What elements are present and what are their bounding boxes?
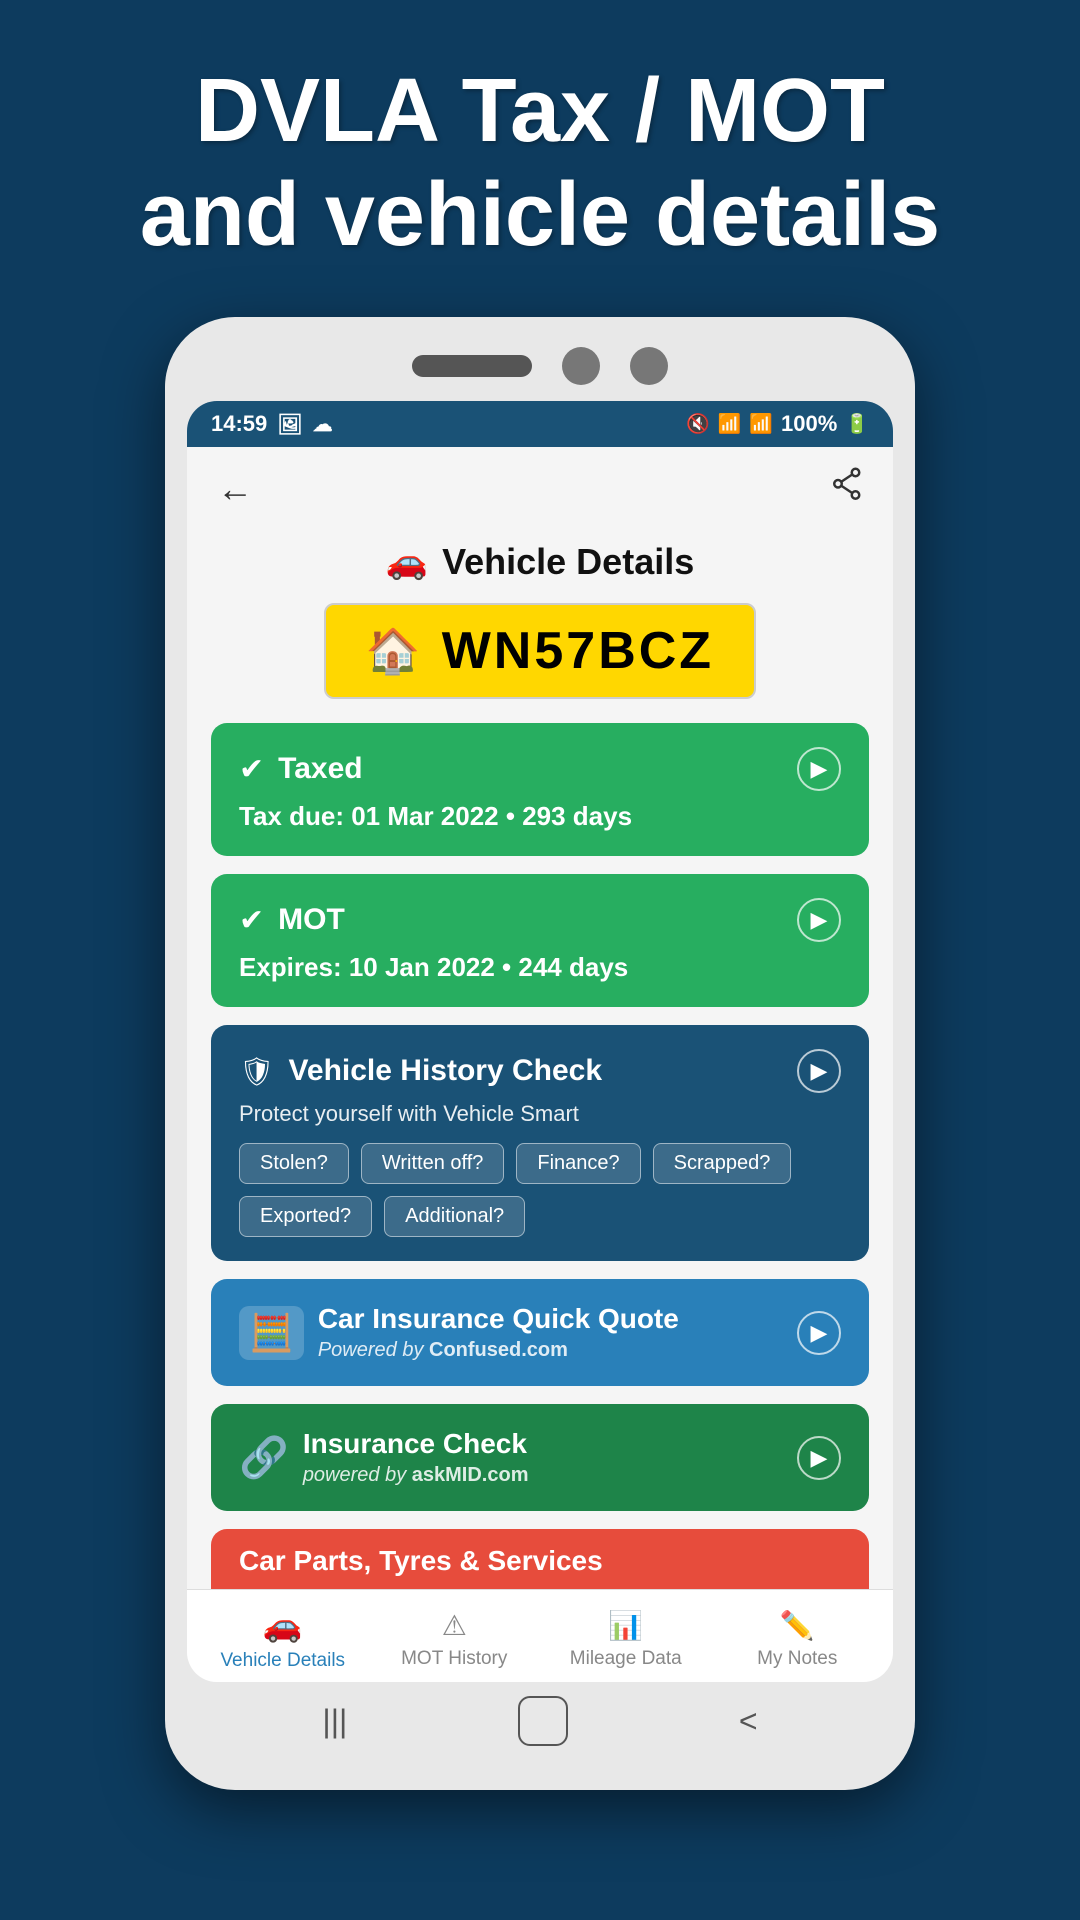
status-bar: 14:59 🖼 ☁ 🔇 📶 📶 100% 🔋 (187, 401, 893, 447)
history-chevron[interactable]: ▶ (797, 1049, 841, 1093)
status-time: 14:59 (211, 411, 267, 437)
tag-exported[interactable]: Exported? (239, 1196, 372, 1237)
phone-camera (562, 347, 600, 385)
license-plate: 🏠 WN57BCZ (324, 603, 756, 699)
tag-stolen[interactable]: Stolen? (239, 1143, 349, 1184)
mute-icon: 🔇 (686, 412, 710, 436)
vehicle-details-icon: 🚗 (263, 1606, 303, 1644)
my-notes-icon: ✏️ (780, 1609, 815, 1642)
mot-chevron[interactable]: ▶ (797, 898, 841, 942)
battery-label: 100% (781, 411, 837, 437)
car-parts-card[interactable]: Car Parts, Tyres & Services (211, 1529, 869, 1589)
history-check-card[interactable]: 🛡 Vehicle History Check ▶ Protect yourse… (211, 1025, 869, 1261)
history-check-tags: Stolen? Written off? Finance? Scrapped? … (239, 1143, 841, 1237)
insurance-check-chevron[interactable]: ▶ (797, 1436, 841, 1480)
bottom-nav: 🚗 Vehicle Details ⚠ MOT History 📊 Mileag… (187, 1589, 893, 1682)
cloud-icon: ☁ (313, 412, 333, 437)
history-check-desc: Protect yourself with Vehicle Smart (239, 1101, 841, 1127)
gesture-recents: < (739, 1705, 758, 1737)
nav-vehicle-details-label: Vehicle Details (220, 1650, 345, 1672)
mileage-data-icon: 📊 (608, 1609, 643, 1642)
header-title-line2: and vehicle details (140, 165, 940, 265)
phone-camera2 (630, 347, 668, 385)
mot-check-icon: ✔ (239, 903, 264, 938)
tag-written-off[interactable]: Written off? (361, 1143, 505, 1184)
plate-number: WN57BCZ (442, 621, 714, 681)
tag-additional[interactable]: Additional? (384, 1196, 525, 1237)
mot-card[interactable]: ✔ MOT ▶ Expires: 10 Jan 2022 • 244 days (211, 874, 869, 1007)
check-icon: ✔ (239, 752, 264, 787)
car-parts-title: Car Parts, Tyres & Services (239, 1545, 841, 1577)
nav-mot-history[interactable]: ⚠ MOT History (369, 1609, 541, 1670)
car-icon: 🚗 (386, 542, 428, 582)
photo-icon: 🖼 (277, 412, 302, 437)
wifi-icon: 📶 (718, 412, 742, 436)
insurance-check-card[interactable]: 🔗 Insurance Check powered by askMID.com … (211, 1404, 869, 1511)
phone-gesture-bar: ||| < (187, 1682, 893, 1760)
app-bar: ← (187, 447, 893, 531)
page-title: 🚗 Vehicle Details (211, 531, 869, 603)
tag-finance[interactable]: Finance? (516, 1143, 640, 1184)
mot-title: MOT (278, 903, 345, 937)
insurance-check-title: Insurance Check (303, 1428, 529, 1460)
calculator-icon: 🧮 (239, 1306, 304, 1360)
mot-history-icon: ⚠ (442, 1609, 467, 1642)
nav-mileage-data-label: Mileage Data (570, 1648, 682, 1670)
insurance-quote-powered: Powered by Confused.com (318, 1339, 679, 1362)
header-title-line1: DVLA Tax / MOT (195, 61, 885, 161)
nav-my-notes[interactable]: ✏️ My Notes (712, 1609, 884, 1670)
history-check-title: Vehicle History Check (289, 1054, 602, 1088)
gesture-home[interactable] (518, 1696, 568, 1746)
plate-container: 🏠 WN57BCZ (211, 603, 869, 699)
share-button[interactable] (833, 467, 863, 511)
taxed-chevron[interactable]: ▶ (797, 747, 841, 791)
page-header: DVLA Tax / MOT and vehicle details (60, 0, 1020, 317)
nav-mot-history-label: MOT History (401, 1648, 507, 1670)
tag-scrapped[interactable]: Scrapped? (653, 1143, 792, 1184)
taxed-card[interactable]: ✔ Taxed ▶ Tax due: 01 Mar 2022 • 293 day… (211, 723, 869, 856)
taxed-detail: Tax due: 01 Mar 2022 • 293 days (239, 801, 841, 832)
shield-icon: 🛡 (239, 1055, 275, 1088)
insurance-quote-card[interactable]: 🧮 Car Insurance Quick Quote Powered by C… (211, 1279, 869, 1386)
nav-mileage-data[interactable]: 📊 Mileage Data (540, 1609, 712, 1670)
nav-my-notes-label: My Notes (757, 1648, 837, 1670)
garage-icon: 🏠 (366, 625, 424, 677)
gesture-back: ||| (322, 1705, 347, 1737)
phone-frame: 14:59 🖼 ☁ 🔇 📶 📶 100% 🔋 ← (165, 317, 915, 1790)
phone-screen: 14:59 🖼 ☁ 🔇 📶 📶 100% 🔋 ← (187, 401, 893, 1682)
nav-vehicle-details[interactable]: 🚗 Vehicle Details (197, 1606, 369, 1672)
app-content: 🚗 Vehicle Details 🏠 WN57BCZ ✔ Taxe (187, 531, 893, 1589)
link-icon: 🔗 (239, 1434, 289, 1481)
phone-speaker (412, 355, 532, 377)
insurance-quote-title: Car Insurance Quick Quote (318, 1303, 679, 1335)
mot-detail: Expires: 10 Jan 2022 • 244 days (239, 952, 841, 983)
insurance-check-powered: powered by askMID.com (303, 1464, 529, 1487)
insurance-quote-chevron[interactable]: ▶ (797, 1311, 841, 1355)
taxed-title: Taxed (278, 752, 362, 786)
signal-icon: 📶 (749, 412, 773, 436)
battery-icon: 🔋 (845, 412, 869, 436)
back-button[interactable]: ← (217, 468, 253, 510)
phone-top-bar (187, 347, 893, 385)
